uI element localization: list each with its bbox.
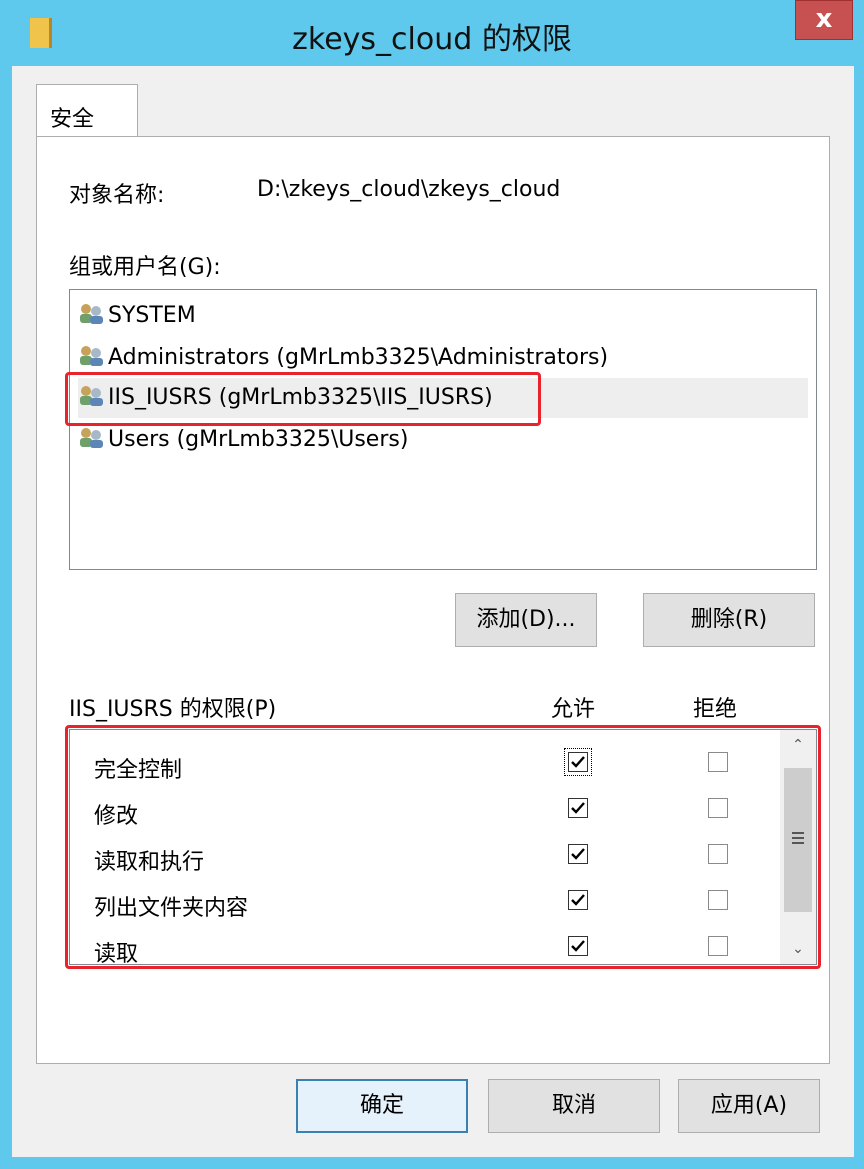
permission-name: 读取和执行 [94, 850, 205, 875]
scroll-up-icon[interactable]: ⌃ [780, 730, 816, 760]
group-list-label: 组或用户名(G): [69, 255, 221, 280]
ok-button[interactable]: 确定 [296, 1079, 468, 1133]
list-item-administrators[interactable]: Administrators (gMrLmb3325\Administrator… [78, 338, 608, 378]
object-name-value: D:\zkeys_cloud\zkeys_cloud [257, 177, 561, 202]
list-item-label: Users (gMrLmb3325\Users) [108, 427, 409, 452]
close-button[interactable]: x [795, 0, 853, 40]
remove-button[interactable]: 删除(R) [643, 593, 815, 647]
list-item-iis-iusrs[interactable]: IIS_IUSRS (gMrLmb3325\IIS_IUSRS) [78, 378, 808, 418]
check-icon [571, 940, 585, 952]
permission-name: 读取 [94, 942, 139, 965]
add-button[interactable]: 添加(D)... [455, 593, 597, 647]
grip-icon [792, 832, 804, 834]
permission-name: 修改 [94, 804, 139, 829]
permissions-list[interactable]: 完全控制 修改 读取和执行 列出文件夹内容 读取 ⌃ ⌄ [69, 729, 817, 965]
object-name-label: 对象名称: [69, 183, 165, 208]
window-title: zkeys_cloud 的权限 [292, 22, 572, 57]
check-icon [571, 848, 585, 860]
check-icon [571, 894, 585, 906]
allow-checkbox[interactable] [564, 748, 592, 776]
deny-header: 拒绝 [693, 697, 738, 722]
permission-name: 列出文件夹内容 [94, 896, 249, 921]
title-bar[interactable]: zkeys_cloud 的权限 x [0, 0, 864, 66]
permission-name: 完全控制 [94, 758, 183, 783]
allow-checkbox[interactable] [568, 798, 588, 818]
permission-row: 完全控制 [70, 742, 780, 788]
permissions-label: IIS_IUSRS 的权限(P) [69, 697, 277, 722]
group-user-list[interactable]: SYSTEM Administrators (gMrLmb3325\Admini… [69, 289, 817, 570]
list-item-label: IIS_IUSRS (gMrLmb3325\IIS_IUSRS) [108, 385, 493, 410]
users-icon [80, 386, 103, 406]
vertical-scrollbar[interactable]: ⌃ ⌄ [780, 730, 816, 964]
deny-checkbox[interactable] [708, 798, 728, 818]
permission-row: 修改 [70, 788, 780, 834]
list-item-label: SYSTEM [108, 303, 196, 328]
deny-checkbox[interactable] [708, 936, 728, 956]
deny-checkbox[interactable] [708, 752, 728, 772]
check-icon [571, 756, 585, 768]
apply-button[interactable]: 应用(A) [678, 1079, 820, 1133]
deny-checkbox[interactable] [708, 890, 728, 910]
security-panel: 对象名称: D:\zkeys_cloud\zkeys_cloud 组或用户名(G… [36, 136, 830, 1064]
list-item-users[interactable]: Users (gMrLmb3325\Users) [78, 420, 408, 460]
allow-checkbox[interactable] [568, 844, 588, 864]
users-icon [80, 304, 103, 324]
permission-row: 读取和执行 [70, 834, 780, 880]
dialog-body: 安全 对象名称: D:\zkeys_cloud\zkeys_cloud 组或用户… [12, 66, 854, 1157]
deny-checkbox[interactable] [708, 844, 728, 864]
users-icon [80, 428, 103, 448]
list-item-system[interactable]: SYSTEM [78, 296, 196, 336]
permissions-dialog: zkeys_cloud 的权限 x 安全 对象名称: D:\zkeys_clou… [0, 0, 864, 1169]
tab-security[interactable]: 安全 [36, 84, 138, 136]
allow-header: 允许 [551, 697, 596, 722]
users-icon [80, 346, 103, 366]
check-icon [571, 802, 585, 814]
scrollbar-thumb[interactable] [784, 768, 812, 912]
permission-row: 列出文件夹内容 [70, 880, 780, 926]
list-item-label: Administrators (gMrLmb3325\Administrator… [108, 345, 609, 370]
scroll-down-icon[interactable]: ⌄ [780, 934, 816, 964]
permission-row: 读取 [70, 926, 780, 965]
cancel-button[interactable]: 取消 [488, 1079, 660, 1133]
allow-checkbox[interactable] [568, 890, 588, 910]
allow-checkbox[interactable] [568, 936, 588, 956]
